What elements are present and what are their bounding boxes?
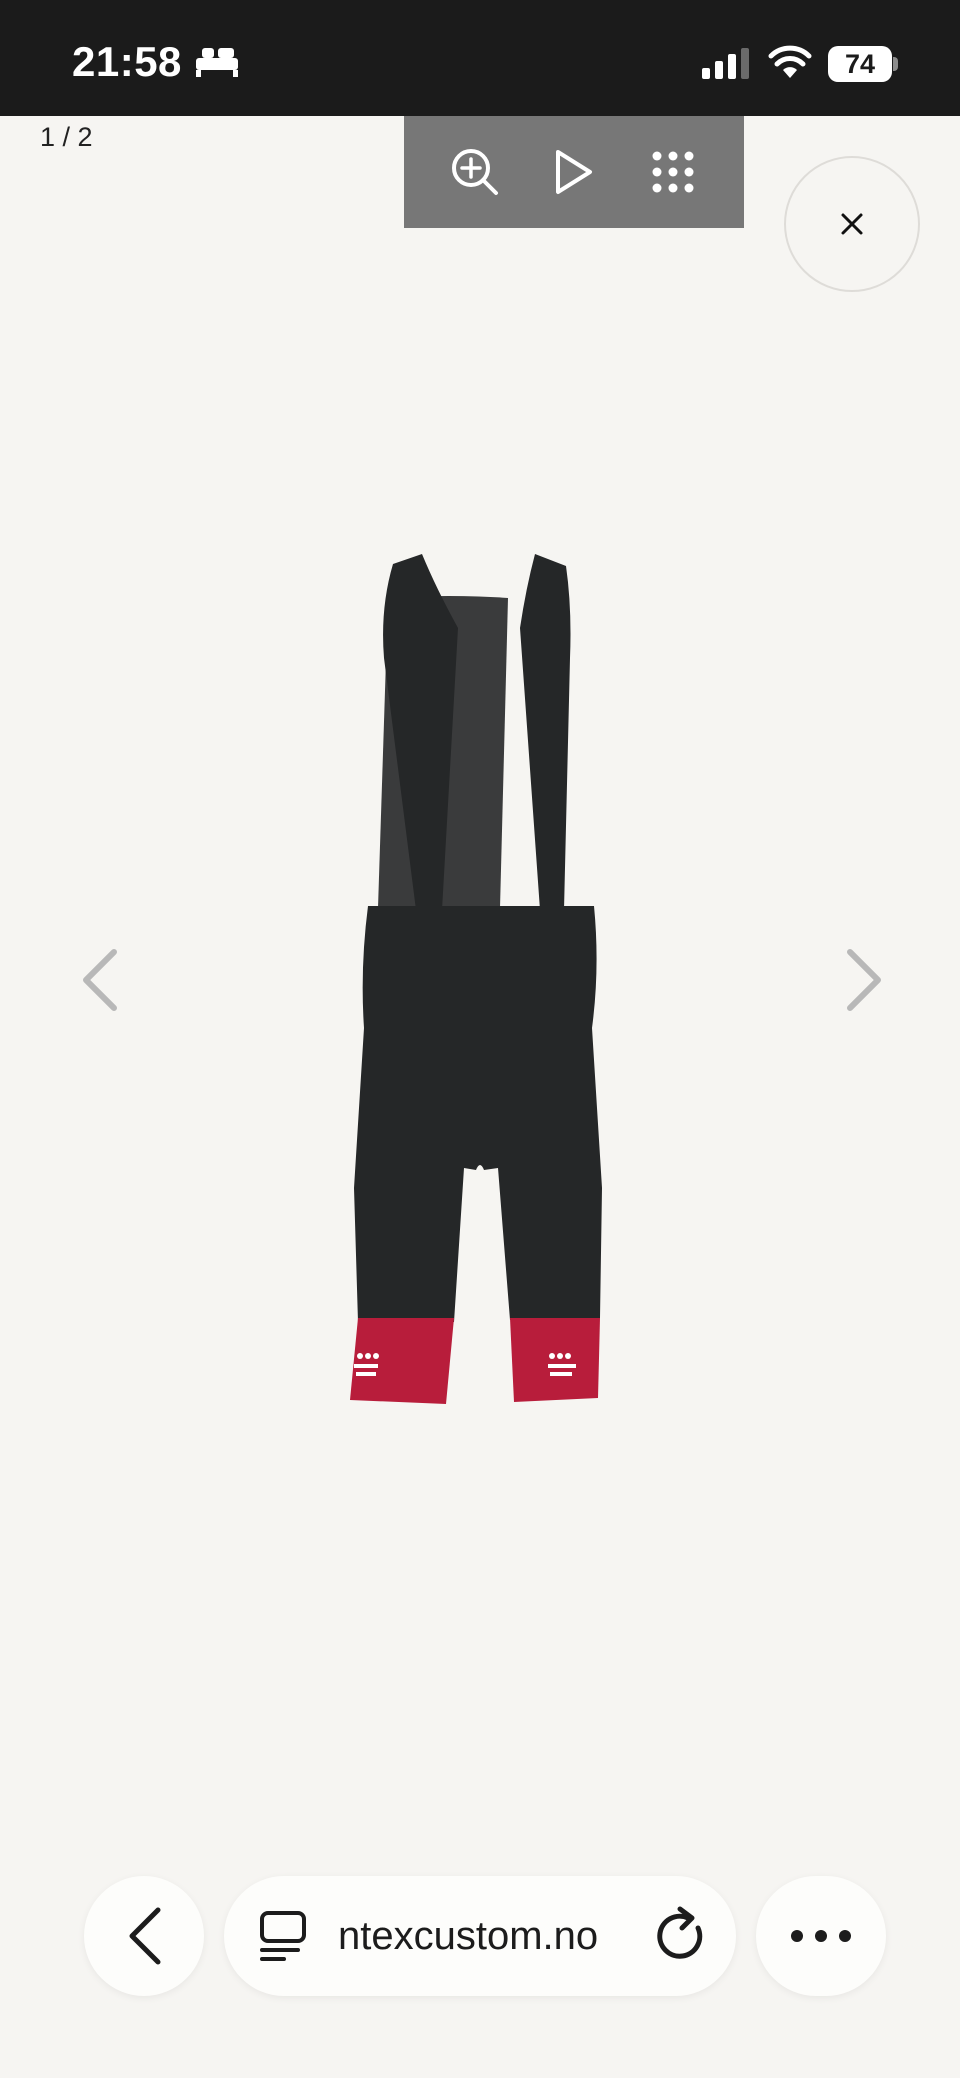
image-counter: 1 / 2 <box>40 122 93 152</box>
zoom-in-icon <box>452 149 499 195</box>
chevron-left-icon <box>83 949 117 1011</box>
wifi-icon <box>768 45 812 78</box>
gallery-toolbar <box>404 116 744 228</box>
battery-icon: 74 <box>828 46 892 82</box>
bed-icon <box>196 48 238 77</box>
right-strap <box>520 554 571 910</box>
tabs-icon <box>260 1911 306 1961</box>
chevron-right-icon <box>847 949 881 1011</box>
product-image <box>350 554 602 1404</box>
next-image-button[interactable] <box>842 948 886 1012</box>
left-cuff <box>350 1318 454 1404</box>
right-cuff <box>510 1318 600 1402</box>
close-icon <box>841 213 863 235</box>
status-bar: 21:58 74 <box>0 0 960 116</box>
status-time: 21:58 <box>72 38 182 85</box>
signal-icon <box>702 48 749 79</box>
browser-back-button[interactable] <box>84 1876 204 1996</box>
address-bar[interactable]: ntexcustom.no <box>224 1876 736 1996</box>
previous-image-button[interactable] <box>78 948 122 1012</box>
play-icon <box>555 150 592 194</box>
close-button[interactable] <box>784 156 920 292</box>
battery-tip <box>893 57 898 71</box>
back-icon <box>129 1907 161 1965</box>
more-options-button[interactable] <box>756 1876 886 1996</box>
reload-icon[interactable] <box>654 1906 712 1966</box>
shorts-body <box>354 906 602 1322</box>
grid-icon <box>652 151 694 193</box>
left-cuff-logo <box>354 1353 379 1376</box>
url-text: ntexcustom.no <box>338 1914 599 1958</box>
more-icon <box>791 1930 851 1942</box>
thumbnails-button[interactable] <box>643 142 703 202</box>
play-slideshow-button[interactable] <box>544 142 604 202</box>
zoom-in-button[interactable] <box>445 142 505 202</box>
